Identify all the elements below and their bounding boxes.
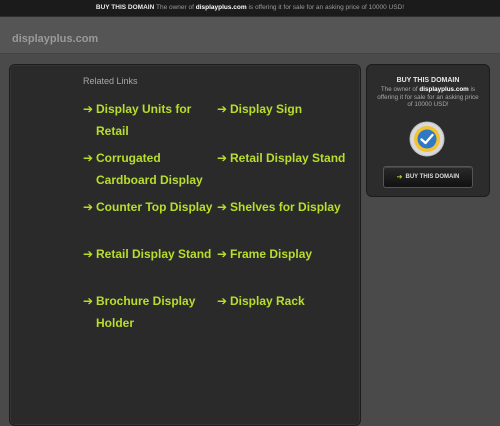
- related-link[interactable]: ➔ Display Sign: [217, 98, 353, 142]
- arrow-right-icon: ➔: [217, 294, 228, 308]
- related-link[interactable]: ➔ Shelves for Display: [217, 196, 353, 238]
- related-link-label[interactable]: Counter Top Display: [96, 196, 212, 218]
- buy-domain-button-label: BUY THIS DOMAIN: [405, 174, 460, 180]
- buy-domain-text-prefix: The owner of: [380, 86, 418, 93]
- related-link-label[interactable]: Display Units for Retail: [96, 98, 213, 142]
- arrow-right-icon: ➔: [217, 151, 228, 165]
- related-links-panel: Related Links ➔ Display Units for Retail…: [9, 64, 361, 426]
- arrow-right-icon: ➔: [83, 294, 94, 308]
- related-link-label[interactable]: Retail Display Stand: [230, 147, 345, 169]
- buy-domain-title: BUY THIS DOMAIN: [396, 77, 460, 84]
- related-link[interactable]: ➔ Retail Display Stand: [83, 243, 213, 285]
- related-link-label[interactable]: Frame Display: [230, 243, 312, 265]
- related-link[interactable]: ➔ Retail Display Stand: [217, 147, 353, 191]
- related-link-label[interactable]: Corrugated Cardboard Display: [96, 147, 213, 191]
- related-links-list: ➔ Display Units for Retail ➔ Display Sig…: [83, 98, 353, 334]
- related-link-label[interactable]: Brochure Display Holder: [96, 290, 213, 334]
- arrow-right-icon: ➔: [217, 247, 228, 261]
- related-link[interactable]: ➔ Display Rack: [217, 290, 353, 334]
- buy-domain-panel: BUY THIS DOMAIN The owner of displayplus…: [366, 64, 490, 197]
- related-link[interactable]: ➔ Counter Top Display: [83, 196, 213, 238]
- related-link[interactable]: ➔ Frame Display: [217, 243, 353, 285]
- site-header: displayplus.com: [0, 17, 500, 54]
- topbar-domain: displayplus.com: [195, 4, 247, 11]
- related-links-heading: Related Links: [83, 76, 138, 86]
- arrow-right-icon: ➔: [83, 102, 94, 116]
- arrow-right-icon: ➔: [83, 247, 94, 261]
- arrow-right-icon: ➔: [217, 102, 228, 116]
- arrow-right-icon: ➔: [83, 200, 94, 214]
- related-link-label[interactable]: Display Sign: [230, 98, 302, 120]
- arrow-right-icon: ➔: [217, 200, 228, 214]
- related-link[interactable]: ➔ Brochure Display Holder: [83, 290, 213, 334]
- related-link[interactable]: ➔ Display Units for Retail: [83, 98, 213, 142]
- buy-domain-description: The owner of displayplus.com is offering…: [375, 86, 481, 109]
- topbar-text-suffix: is offering it for sale for an asking pr…: [248, 4, 405, 11]
- related-link-label[interactable]: Shelves for Display: [230, 196, 341, 218]
- arrow-right-icon: ➔: [83, 151, 94, 165]
- arrow-right-icon: ➔: [396, 174, 403, 181]
- related-link-label[interactable]: Retail Display Stand: [96, 243, 211, 265]
- topbar-buy-label[interactable]: BUY THIS DOMAIN: [96, 4, 154, 11]
- topbar-text-prefix: The owner of: [155, 4, 194, 11]
- buy-domain-button[interactable]: ➔ BUY THIS DOMAIN: [383, 166, 473, 188]
- related-link-label[interactable]: Display Rack: [230, 290, 305, 312]
- sale-notice-bar: BUY THIS DOMAIN The owner of displayplus…: [0, 0, 500, 17]
- site-title[interactable]: displayplus.com: [12, 33, 98, 45]
- related-link[interactable]: ➔ Corrugated Cardboard Display: [83, 147, 213, 191]
- trust-seal-icon: [409, 121, 445, 157]
- buy-domain-name: displayplus.com: [419, 86, 469, 93]
